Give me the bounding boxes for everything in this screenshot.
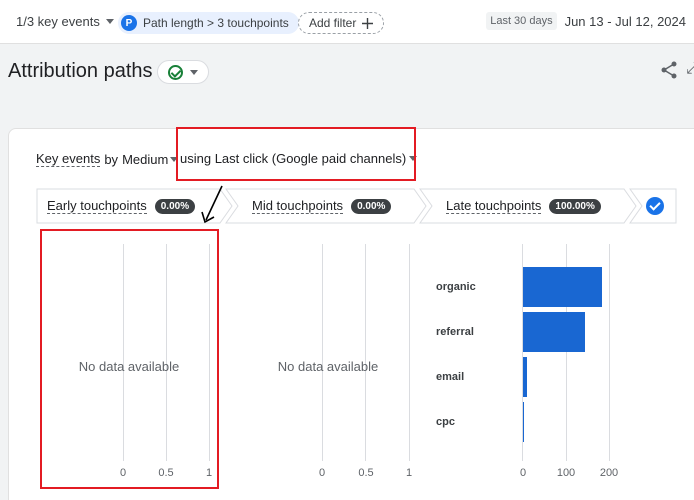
- chart-bar[interactable]: [523, 312, 586, 352]
- page-title: Attribution paths: [8, 60, 153, 82]
- no-data-message: No data available: [277, 359, 379, 374]
- add-filter-label: Add filter: [309, 16, 357, 30]
- date-range-value: Jun 13 - Jul 12, 2024: [564, 13, 686, 29]
- category-label: organic: [436, 281, 476, 293]
- gridline: [609, 244, 610, 461]
- tick-label: 0: [519, 467, 527, 479]
- annotation-box-model: [176, 127, 416, 181]
- filter-chip-label: Path length > 3 touchpoints: [143, 16, 289, 30]
- gridline: [322, 244, 323, 461]
- date-range-label: Last 30 days: [486, 12, 557, 30]
- check-circle-icon[interactable]: [646, 197, 664, 215]
- step-badge: 0.00%: [351, 198, 392, 214]
- step-label: Mid touchpoints: [252, 198, 344, 214]
- tick-label: 1: [405, 467, 413, 479]
- by-label: by: [104, 151, 119, 167]
- chart-bar[interactable]: [523, 357, 527, 397]
- key-events-dropdown[interactable]: 1/3 key events: [16, 14, 114, 29]
- category-label: email: [436, 371, 465, 383]
- plus-icon: [362, 17, 374, 29]
- gridline: [365, 244, 366, 461]
- add-filter-button[interactable]: Add filter: [298, 12, 385, 34]
- check-circle-icon: [168, 64, 183, 80]
- key-events-label: 1/3 key events: [16, 14, 100, 29]
- step-label: Late touchpoints: [446, 198, 542, 214]
- tick-label: 200: [599, 467, 619, 479]
- filter-chip-icon: P: [121, 15, 137, 31]
- chart-bar[interactable]: [523, 267, 602, 307]
- share-icon[interactable]: [660, 61, 678, 79]
- filter-chip[interactable]: P Path length > 3 touchpoints: [118, 12, 299, 34]
- annotation-arrow-icon: [201, 185, 223, 224]
- expand-icon[interactable]: ⤢: [686, 60, 694, 78]
- top-bar: 1/3 key events P Path length > 3 touchpo…: [0, 0, 694, 44]
- status-dropdown[interactable]: [157, 60, 209, 84]
- step-mid[interactable]: Mid touchpoints 0.00%: [252, 188, 392, 224]
- annotation-box-early: [40, 229, 219, 489]
- metric-selector: Key events by Medium: [36, 151, 179, 167]
- category-label: referral: [436, 326, 474, 338]
- date-range-picker[interactable]: Last 30 days Jun 13 - Jul 12, 2024: [486, 12, 686, 30]
- step-late[interactable]: Late touchpoints 100.00%: [446, 188, 601, 224]
- tick-label: 0: [318, 467, 326, 479]
- gridline: [409, 244, 410, 461]
- chevron-down-icon: [105, 19, 114, 24]
- step-badge: 0.00%: [154, 198, 196, 214]
- key-events-metric[interactable]: Key events: [36, 151, 101, 167]
- step-label: Early touchpoints: [47, 198, 147, 214]
- tick-label: 100: [556, 467, 576, 479]
- dimension-dropdown[interactable]: Medium: [122, 152, 168, 167]
- chevron-down-icon: [190, 69, 198, 75]
- category-label: cpc: [436, 416, 455, 428]
- step-badge: 100.00%: [549, 198, 601, 214]
- tick-label: 0.5: [358, 467, 374, 479]
- step-early[interactable]: Early touchpoints 0.00%: [47, 188, 196, 224]
- chart-bar[interactable]: [523, 402, 524, 442]
